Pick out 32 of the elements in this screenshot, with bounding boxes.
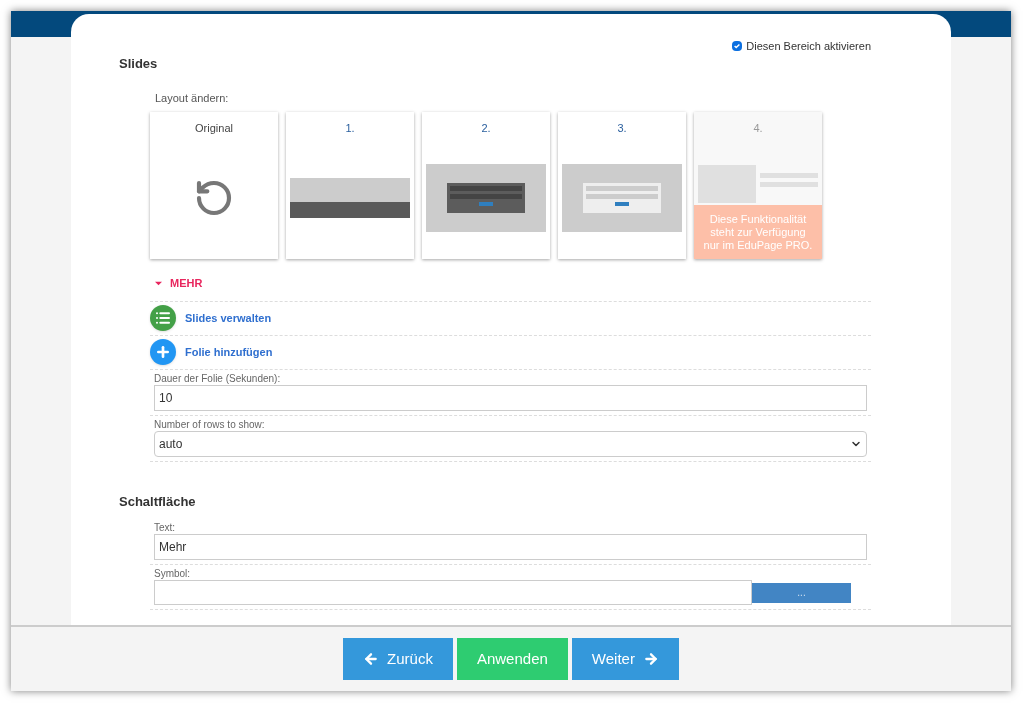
action-link[interactable]: Slides verwalten xyxy=(185,309,272,327)
section-title: Schaltfläche xyxy=(119,492,197,511)
select-field[interactable]: auto xyxy=(154,430,867,457)
field-label: Symbol: xyxy=(154,568,192,580)
back-button[interactable]: Zurück xyxy=(343,638,453,680)
checkbox[interactable] xyxy=(732,41,743,52)
input-field[interactable]: 10 xyxy=(154,384,867,411)
field-label: Number of rows to show: xyxy=(154,418,266,431)
input-field[interactable] xyxy=(154,580,752,605)
add-icon xyxy=(150,339,176,365)
checkbox-label: Diesen Bereich aktivieren xyxy=(746,39,871,54)
field-label: Dauer der Folie (Sekunden): xyxy=(154,372,282,385)
list-icon xyxy=(150,305,176,331)
action-link[interactable]: Folie hinzufügen xyxy=(185,343,273,361)
layout-label: Layout ändern: xyxy=(155,90,230,106)
next-button[interactable]: Weiter xyxy=(571,638,679,680)
picker-button[interactable]: ... xyxy=(752,582,851,603)
field-label: Text: xyxy=(154,522,177,534)
pro-notice: Diese Funktionalität steht zur Verfügung nur im EduPage PRO. xyxy=(694,205,822,259)
layout-title: 4. xyxy=(752,121,764,136)
layout-option[interactable]: Original xyxy=(150,112,278,259)
layout-title: 2. xyxy=(480,121,492,136)
layout-option[interactable]: 2. xyxy=(422,112,550,259)
caret-icon xyxy=(155,279,162,287)
more-toggle[interactable]: MEHR xyxy=(155,275,203,292)
layout-option[interactable]: 1. xyxy=(286,112,414,259)
section-title: Slides xyxy=(119,55,159,73)
layout-title: Original xyxy=(194,121,234,136)
layout-option[interactable]: 3. xyxy=(558,112,686,259)
layout-title: 3. xyxy=(616,121,628,136)
layout-title: 1. xyxy=(344,121,356,136)
input-field[interactable]: Mehr xyxy=(154,534,867,560)
